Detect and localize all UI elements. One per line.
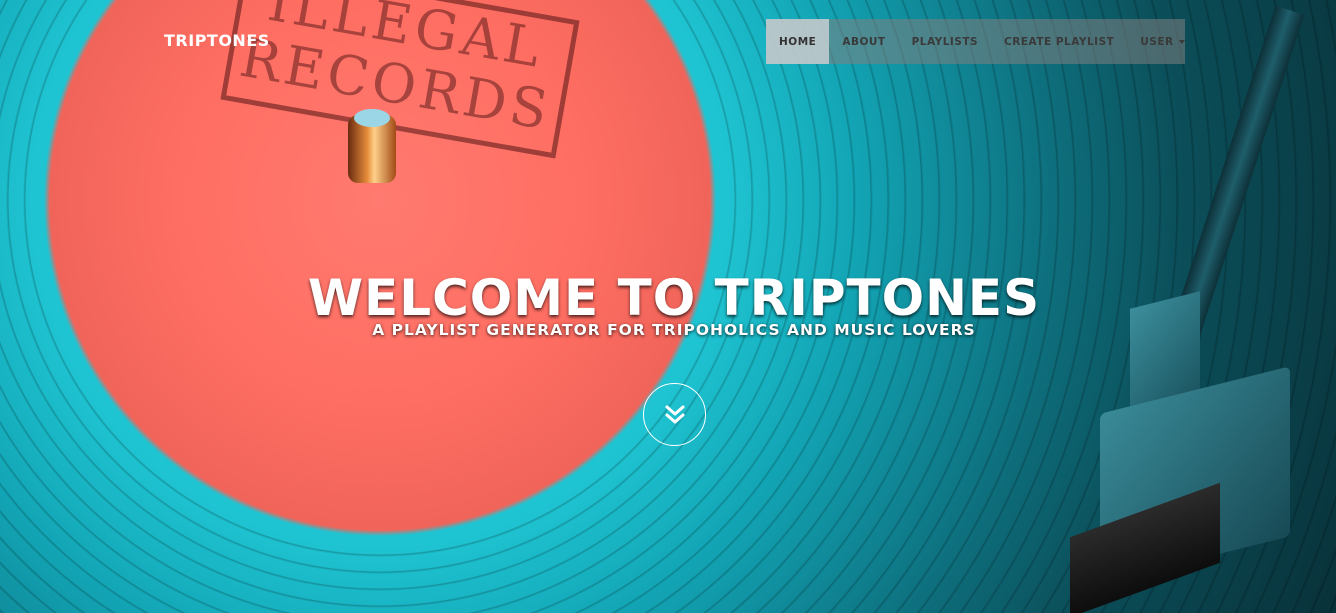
page-subtitle: A PLAYLIST GENERATOR FOR TRIPOHOLICS AND… [372, 321, 976, 339]
turntable-spindle [348, 109, 396, 183]
nav-item-user-label: USER [1140, 35, 1174, 48]
navbar: TRIPTONES HOME ABOUT PLAYLISTS CREATE PL… [0, 0, 1336, 82]
hero-section: ILLEGAL RECORDS TRIPTONES HOME ABOUT PLAY… [0, 0, 1336, 613]
nav-item-about[interactable]: ABOUT [829, 19, 898, 64]
intro-text: WELCOME TO TRIPTONES A PLAYLIST GENERATO… [0, 270, 1336, 339]
nav-item-home[interactable]: HOME [766, 19, 830, 64]
nav-item-playlists[interactable]: PLAYLISTS [899, 19, 992, 64]
main-nav: HOME ABOUT PLAYLISTS CREATE PLAYLIST USE… [766, 19, 1185, 64]
turntable-tonearm [1060, 5, 1320, 613]
caret-down-icon [1178, 39, 1185, 44]
page-title: WELCOME TO TRIPTONES [307, 269, 1041, 327]
brand-link[interactable]: TRIPTONES [164, 31, 270, 50]
scroll-down-button[interactable] [643, 383, 706, 446]
nav-item-user-dropdown[interactable]: USER [1127, 19, 1197, 64]
double-chevron-down-icon [665, 405, 684, 423]
nav-item-create-playlist[interactable]: CREATE PLAYLIST [991, 19, 1127, 64]
